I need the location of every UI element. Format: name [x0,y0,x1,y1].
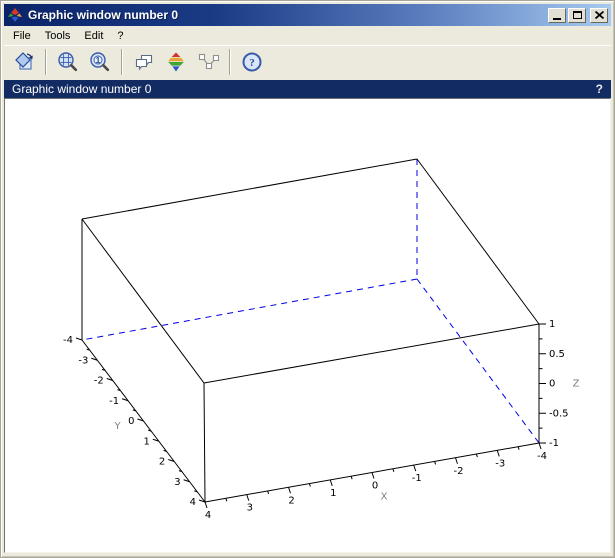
y-tick-label: -1 [109,396,119,407]
z-tick-label: 0 [549,379,555,390]
infobar-help-button[interactable]: ? [596,82,603,96]
major-tick [205,502,207,508]
major-tick [76,338,82,340]
y-tick-label: -4 [63,335,73,346]
edit-figure-button[interactable] [162,48,190,76]
minor-tick [435,461,436,464]
y-tick-label: 0 [128,416,134,427]
axis-label-z: Z [573,379,580,390]
scilab-logo-icon [7,7,23,23]
svg-text:1: 1 [96,55,101,65]
box-edge [82,159,417,219]
help-icon: ? [241,51,263,73]
hidden-box-edge [82,279,417,340]
axis-label-y: Y [113,421,121,432]
minor-tick [393,469,394,472]
infobar: Graphic window number 0 ? [4,80,611,98]
graphic-window: Graphic window number 0 File Tools Edit … [0,0,615,558]
x-tick-label: -3 [495,458,505,469]
major-tick [372,473,374,479]
z-tick-label: -1 [549,438,559,449]
maximize-icon [573,11,582,19]
major-tick [247,495,249,501]
minor-tick [351,476,352,479]
copy-icon [133,51,155,73]
datatips-icon [197,51,219,73]
major-tick [456,458,458,464]
zoom-original-button[interactable]: 1 [86,48,114,76]
x-tick-label: 0 [372,481,378,492]
plot-3d-box[interactable]: -4-3-2-101234Y43210-1-2-3-4X-1-0.500.51Z [5,99,611,553]
major-tick [330,480,332,486]
z-tick-label: -0.5 [549,408,569,419]
y-tick-label: -2 [94,376,104,387]
infobar-text: Graphic window number 0 [12,82,596,96]
toolbar-separator [229,49,231,75]
edit-figure-icon [165,51,187,73]
menu-help[interactable]: ? [110,28,130,44]
x-tick-label: 4 [205,510,211,521]
menu-tools[interactable]: Tools [38,28,78,44]
zoom-area-icon [57,51,79,73]
major-tick [539,443,541,449]
box-edge [417,159,539,324]
rotate-icon [13,51,35,73]
axis-label-x: X [381,492,388,503]
toolbar-separator [121,49,123,75]
copy-button[interactable] [130,48,158,76]
box-edge [204,383,205,502]
x-tick-label: -2 [454,466,464,477]
close-button[interactable] [590,8,608,23]
menu-edit[interactable]: Edit [77,28,110,44]
y-tick-label: 3 [174,477,180,488]
major-tick [414,465,416,471]
y-tick-label: 4 [190,497,196,508]
major-tick [497,450,499,456]
minimize-button[interactable] [548,8,566,23]
minor-tick [476,454,477,457]
z-tick-label: 0.5 [549,349,565,360]
minor-tick [226,498,227,501]
hidden-box-edge [417,279,539,443]
toolbar: 1 [4,45,611,78]
minor-tick [268,491,269,494]
svg-text:?: ? [249,57,255,69]
box-edge [204,324,539,383]
minimize-icon [553,18,561,20]
minor-tick [518,447,519,450]
x-tick-label: 3 [247,503,253,514]
rotate-button[interactable] [10,48,38,76]
help-button[interactable]: ? [238,48,266,76]
zoom-area-button[interactable] [54,48,82,76]
x-tick-label: 1 [330,488,336,499]
x-tick-label: -4 [537,451,547,462]
y-tick-label: 1 [144,436,150,447]
window-title: Graphic window number 0 [28,8,546,22]
z-tick-label: 1 [549,319,555,330]
minor-tick [309,484,310,487]
y-tick-label: -3 [78,355,88,366]
titlebar[interactable]: Graphic window number 0 [4,4,611,26]
maximize-button[interactable] [568,8,586,23]
y-tick-label: 2 [159,457,165,468]
menu-file[interactable]: File [6,28,38,44]
major-tick [289,487,291,493]
zoom-original-icon: 1 [89,51,111,73]
x-tick-label: -1 [412,473,422,484]
close-icon [595,11,604,19]
menubar: File Tools Edit ? [4,26,611,45]
x-tick-label: 2 [288,495,294,506]
toolbar-separator [45,49,47,75]
plot-canvas: -4-3-2-101234Y43210-1-2-3-4X-1-0.500.51Z [4,98,611,553]
box-edge [82,219,204,383]
datatips-button[interactable] [194,48,222,76]
